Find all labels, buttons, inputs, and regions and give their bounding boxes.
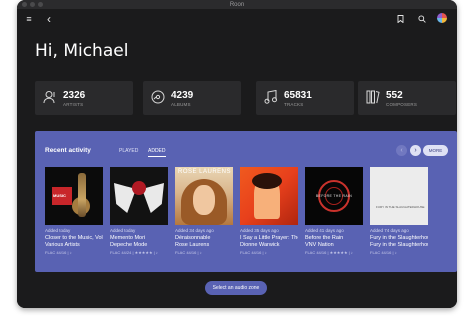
album-title[interactable]: Before the Rain xyxy=(305,235,363,241)
bookmark-icon[interactable] xyxy=(394,13,406,25)
album-card[interactable]: ROSE LAURENS Added 34 days ago Déraisonn… xyxy=(175,167,233,255)
album-card[interactable]: FURY IN THE SLAUGHTERHOUSE Added 74 days… xyxy=(370,167,428,255)
cover-art xyxy=(132,181,146,195)
zoom-window-icon[interactable] xyxy=(38,2,43,7)
library-stats: 2326 ARTISTS 4239 ALBUMS 65831 TRACKS 55… xyxy=(35,81,457,115)
window-controls[interactable] xyxy=(22,2,43,7)
album-card[interactable]: BEFORE THE RAIN Added 41 days ago Before… xyxy=(305,167,363,255)
select-audio-zone-button[interactable]: Select an audio zone xyxy=(205,281,267,295)
tab-added[interactable]: ADDED xyxy=(148,148,166,154)
album-title[interactable]: Memento Mori xyxy=(110,235,168,241)
stat-albums[interactable]: 4239 ALBUMS xyxy=(143,81,241,115)
next-page-button[interactable]: › xyxy=(410,145,421,156)
stat-value: 65831 xyxy=(284,90,312,101)
stat-value: 4239 xyxy=(171,90,194,101)
album-artist[interactable]: Various Artists xyxy=(45,242,103,248)
cover-art xyxy=(193,185,215,215)
app-window: Roon ≡ ‹ Hi, Michael 2326 ARTISTS 4239 A… xyxy=(17,0,457,308)
active-tab-indicator xyxy=(148,156,166,157)
recent-activity-panel: Recent activity PLAYED ADDED ‹ › MORE MU… xyxy=(35,131,457,272)
album-title[interactable]: Fury in the Slaughterhouse xyxy=(370,235,428,241)
album-cover[interactable]: FURY IN THE SLAUGHTERHOUSE xyxy=(370,167,428,225)
stat-artists[interactable]: 2326 ARTISTS xyxy=(35,81,133,115)
album-format: FLAC 44/16 | ★★★★★ | ♪ xyxy=(305,250,353,255)
zone-bar: Select an audio zone xyxy=(17,272,457,308)
album-card[interactable]: Added today Memento Mori Depeche Mode FL… xyxy=(110,167,168,255)
minimize-window-icon[interactable] xyxy=(30,2,35,7)
album-added-date: Added today xyxy=(45,228,71,233)
album-format: FLAC 44/16 | ♪ xyxy=(370,250,397,255)
toolbar: ≡ ‹ xyxy=(17,9,457,29)
album-added-date: Added 41 days ago xyxy=(305,228,344,233)
greeting-heading: Hi, Michael xyxy=(35,41,129,61)
stat-label: TRACKS xyxy=(284,102,304,107)
recent-activity-title: Recent activity xyxy=(45,147,91,154)
previous-page-button[interactable]: ‹ xyxy=(396,145,407,156)
album-title[interactable]: I Say a Little Prayer: The B xyxy=(240,235,298,241)
album-added-date: Added 35 days ago xyxy=(240,228,279,233)
album-added-date: Added 74 days ago xyxy=(370,228,409,233)
more-button[interactable]: MORE xyxy=(423,145,448,156)
artist-icon xyxy=(43,90,57,104)
stat-value: 552 xyxy=(386,90,403,101)
album-format: FLAC 44/24 | ★★★★★ | ♪ xyxy=(110,250,158,255)
track-icon xyxy=(264,89,278,104)
cover-art xyxy=(78,173,86,217)
cover-text: MUSIC xyxy=(53,193,66,198)
cover-text: BEFORE THE RAIN xyxy=(315,194,353,198)
profile-avatar[interactable] xyxy=(437,13,447,23)
album-cover[interactable] xyxy=(240,167,298,225)
album-added-date: Added today xyxy=(110,228,136,233)
album-artist[interactable]: Rose Laurens xyxy=(175,242,233,248)
stat-composers[interactable]: 552 COMPOSERS xyxy=(358,81,456,115)
cover-art xyxy=(252,173,282,189)
stat-label: ARTISTS xyxy=(63,102,84,107)
title-bar: Roon xyxy=(17,0,457,9)
album-format: FLAC 44/16 | ♪ xyxy=(45,250,72,255)
album-artist[interactable]: VNV Nation xyxy=(305,242,363,248)
menu-icon[interactable]: ≡ xyxy=(23,13,35,25)
cover-text: FURY IN THE SLAUGHTERHOUSE xyxy=(376,205,425,209)
window-title: Roon xyxy=(229,1,245,8)
album-cover[interactable]: MUSIC xyxy=(45,167,103,225)
close-window-icon[interactable] xyxy=(22,2,27,7)
album-card[interactable]: Added 35 days ago I Say a Little Prayer:… xyxy=(240,167,298,255)
album-artist[interactable]: Fury in the Slaughterhouse xyxy=(370,242,428,248)
back-icon[interactable]: ‹ xyxy=(43,13,55,25)
album-added-date: Added 34 days ago xyxy=(175,228,214,233)
tab-played[interactable]: PLAYED xyxy=(119,148,138,154)
stat-label: COMPOSERS xyxy=(386,102,418,107)
album-cover[interactable]: ROSE LAURENS xyxy=(175,167,233,225)
album-format: FLAC 44/16 | ♪ xyxy=(240,250,267,255)
stat-label: ALBUMS xyxy=(171,102,191,107)
stat-tracks[interactable]: 65831 TRACKS xyxy=(256,81,354,115)
album-artist[interactable]: Dionne Warwick xyxy=(240,242,298,248)
stat-value: 2326 xyxy=(63,90,86,101)
search-icon[interactable] xyxy=(416,13,428,25)
album-card[interactable]: MUSIC Added today Closer to the Music, V… xyxy=(45,167,103,255)
composer-icon xyxy=(366,90,380,104)
album-cover[interactable]: BEFORE THE RAIN xyxy=(305,167,363,225)
album-title[interactable]: Déraisonnable xyxy=(175,235,233,241)
album-title[interactable]: Closer to the Music, Vol. 4 xyxy=(45,235,103,241)
album-icon xyxy=(151,90,165,104)
album-cover[interactable] xyxy=(110,167,168,225)
album-format: FLAC 44/16 | ♪ xyxy=(175,250,202,255)
album-artist[interactable]: Depeche Mode xyxy=(110,242,168,248)
cover-text: ROSE LAURENS xyxy=(178,169,232,175)
